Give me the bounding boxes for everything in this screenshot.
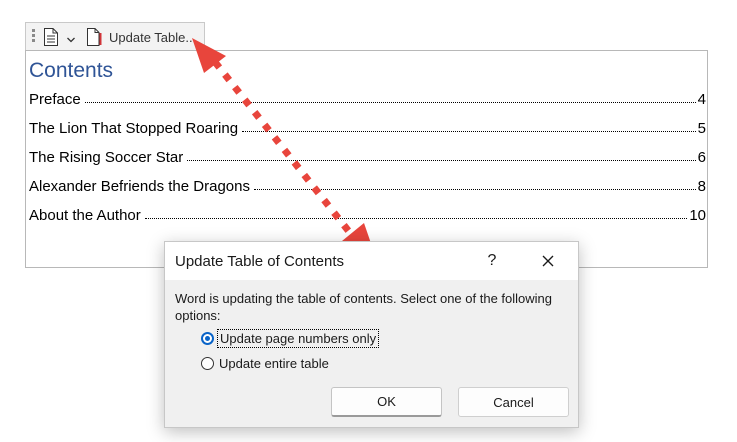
toc-entry-title: About the Author bbox=[29, 207, 141, 224]
toc-entry-page: 4 bbox=[697, 91, 706, 108]
toc-entry-page: 8 bbox=[697, 178, 706, 195]
toc-entry[interactable]: The Lion That Stopped Roaring 5 bbox=[29, 117, 706, 137]
toc-entry-title: The Rising Soccer Star bbox=[29, 149, 184, 166]
toc-entry-title: The Lion That Stopped Roaring bbox=[29, 120, 239, 137]
update-toc-dialog: Update Table of Contents ? Word is updat… bbox=[164, 241, 579, 428]
toc-entry-title: Alexander Befriends the Dragons bbox=[29, 178, 250, 195]
toc-entry-title: Preface bbox=[29, 91, 81, 108]
cancel-button[interactable]: Cancel bbox=[458, 387, 569, 417]
option-label: Update page numbers only bbox=[216, 328, 380, 348]
toc-entry[interactable]: The Rising Soccer Star 6 bbox=[29, 146, 706, 166]
toc-title: Contents bbox=[29, 59, 114, 82]
table-of-contents: Contents Preface 4 The Lion That Stopped… bbox=[25, 50, 708, 268]
toc-entry-page: 6 bbox=[697, 149, 706, 166]
radio-button-selected[interactable] bbox=[201, 331, 214, 345]
toc-entry[interactable]: Preface 4 bbox=[29, 88, 706, 108]
radio-button[interactable] bbox=[201, 356, 214, 370]
chevron-down-icon[interactable] bbox=[66, 32, 76, 43]
toc-entry-page: 10 bbox=[689, 207, 706, 224]
option-update-entire-table[interactable]: Update entire table bbox=[201, 353, 329, 373]
dialog-message: Word is updating the table of contents. … bbox=[175, 291, 552, 323]
dot-leader bbox=[242, 130, 696, 132]
help-button[interactable]: ? bbox=[477, 248, 507, 274]
dialog-titlebar[interactable]: Update Table of Contents ? bbox=[165, 242, 578, 280]
dot-leader bbox=[253, 188, 696, 190]
drag-grip-handle[interactable] bbox=[32, 29, 35, 45]
option-update-page-numbers[interactable]: Update page numbers only bbox=[201, 328, 380, 348]
toc-toolbar: Update Table... bbox=[25, 22, 205, 50]
document-icon[interactable] bbox=[43, 28, 59, 46]
dot-leader bbox=[144, 217, 688, 219]
option-label: Update entire table bbox=[219, 355, 329, 371]
dot-leader bbox=[84, 101, 696, 103]
toc-entry[interactable]: About the Author 10 bbox=[29, 204, 706, 224]
toc-entry-page: 5 bbox=[697, 120, 706, 137]
dot-leader bbox=[187, 159, 696, 161]
ok-button[interactable]: OK bbox=[331, 387, 442, 417]
dialog-title: Update Table of Contents bbox=[175, 253, 345, 270]
update-table-label: Update Table... bbox=[109, 29, 197, 45]
toc-entry[interactable]: Alexander Befriends the Dragons 8 bbox=[29, 175, 706, 195]
close-icon bbox=[542, 255, 554, 267]
update-document-icon bbox=[86, 28, 102, 46]
update-table-button[interactable]: Update Table... bbox=[86, 26, 200, 48]
close-button[interactable] bbox=[533, 248, 563, 274]
